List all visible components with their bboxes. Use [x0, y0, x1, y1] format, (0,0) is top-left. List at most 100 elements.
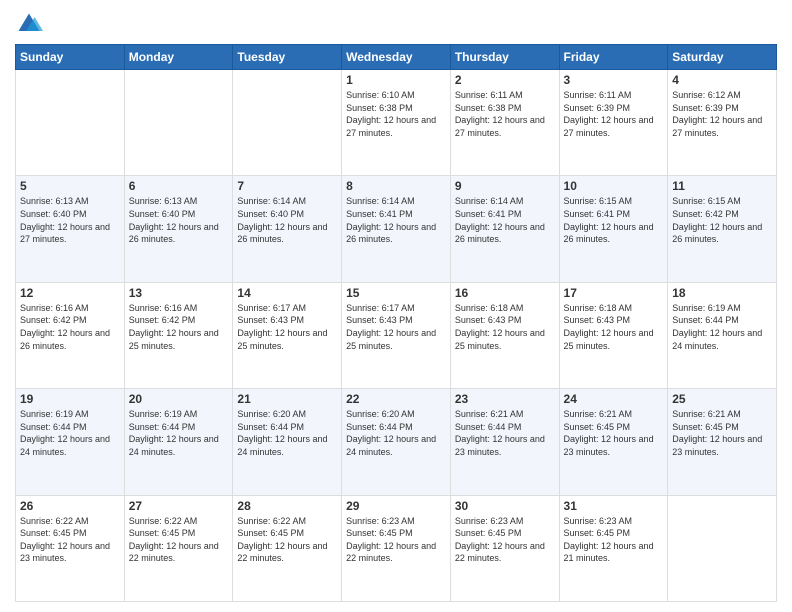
day-number: 31	[564, 499, 664, 513]
day-info: Sunrise: 6:20 AM Sunset: 6:44 PM Dayligh…	[346, 408, 446, 458]
week-row-5: 26Sunrise: 6:22 AM Sunset: 6:45 PM Dayli…	[16, 495, 777, 601]
day-info: Sunrise: 6:20 AM Sunset: 6:44 PM Dayligh…	[237, 408, 337, 458]
day-info: Sunrise: 6:21 AM Sunset: 6:45 PM Dayligh…	[672, 408, 772, 458]
day-number: 22	[346, 392, 446, 406]
calendar-cell: 31Sunrise: 6:23 AM Sunset: 6:45 PM Dayli…	[559, 495, 668, 601]
day-header-tuesday: Tuesday	[233, 45, 342, 70]
day-number: 7	[237, 179, 337, 193]
calendar-cell: 7Sunrise: 6:14 AM Sunset: 6:40 PM Daylig…	[233, 176, 342, 282]
calendar-cell: 13 Sunrise: 6:16 AM Sunset: 6:42 PM Dayli…	[124, 282, 233, 388]
calendar-cell: 17 Sunrise: 6:18 AM Sunset: 6:43 PM Dayli…	[559, 282, 668, 388]
week-row-1: 1 Sunrise: 6:10 AM Sunset: 6:38 PM Daylig…	[16, 70, 777, 176]
logo-icon	[15, 10, 43, 38]
calendar-cell: 10 Sunrise: 6:15 AM Sunset: 6:41 PM Dayli…	[559, 176, 668, 282]
day-number: 16	[455, 286, 555, 300]
calendar-cell: 30 Sunrise: 6:23 AM Sunset: 6:45 PM Dayli…	[450, 495, 559, 601]
calendar-cell: 8 Sunrise: 6:14 AM Sunset: 6:41 PM Daylig…	[342, 176, 451, 282]
calendar-cell: 21Sunrise: 6:20 AM Sunset: 6:44 PM Dayli…	[233, 389, 342, 495]
day-header-wednesday: Wednesday	[342, 45, 451, 70]
day-info: Sunrise: 6:17 AM Sunset: 6:43 PM Dayligh…	[346, 302, 446, 352]
day-number: 2	[455, 73, 555, 87]
day-number: 30	[455, 499, 555, 513]
day-number: 27	[129, 499, 229, 513]
week-row-3: 12 Sunrise: 6:16 AM Sunset: 6:42 PM Dayli…	[16, 282, 777, 388]
day-header-saturday: Saturday	[668, 45, 777, 70]
calendar-cell: 11Sunrise: 6:15 AM Sunset: 6:42 PM Dayli…	[668, 176, 777, 282]
day-number: 13	[129, 286, 229, 300]
calendar-cell: 2 Sunrise: 6:11 AM Sunset: 6:38 PM Daylig…	[450, 70, 559, 176]
calendar-cell: 23Sunrise: 6:21 AM Sunset: 6:44 PM Dayli…	[450, 389, 559, 495]
day-info: Sunrise: 6:19 AM Sunset: 6:44 PM Dayligh…	[20, 408, 120, 458]
calendar-cell: 4Sunrise: 6:12 AM Sunset: 6:39 PM Daylig…	[668, 70, 777, 176]
day-info: Sunrise: 6:13 AM Sunset: 6:40 PM Dayligh…	[20, 195, 120, 245]
calendar-body: 1 Sunrise: 6:10 AM Sunset: 6:38 PM Daylig…	[16, 70, 777, 602]
day-info: Sunrise: 6:19 AM Sunset: 6:44 PM Dayligh…	[672, 302, 772, 352]
day-number: 4	[672, 73, 772, 87]
day-number: 23	[455, 392, 555, 406]
calendar-cell: 26Sunrise: 6:22 AM Sunset: 6:45 PM Dayli…	[16, 495, 125, 601]
day-info: Sunrise: 6:14 AM Sunset: 6:41 PM Dayligh…	[455, 195, 555, 245]
day-number: 17	[564, 286, 664, 300]
day-number: 12	[20, 286, 120, 300]
day-number: 24	[564, 392, 664, 406]
day-number: 10	[564, 179, 664, 193]
day-info: Sunrise: 6:16 AM Sunset: 6:42 PM Dayligh…	[129, 302, 229, 352]
week-row-2: 5 Sunrise: 6:13 AM Sunset: 6:40 PM Daylig…	[16, 176, 777, 282]
day-info: Sunrise: 6:13 AM Sunset: 6:40 PM Dayligh…	[129, 195, 229, 245]
day-header-friday: Friday	[559, 45, 668, 70]
day-info: Sunrise: 6:22 AM Sunset: 6:45 PM Dayligh…	[129, 515, 229, 565]
calendar-cell: 3 Sunrise: 6:11 AM Sunset: 6:39 PM Daylig…	[559, 70, 668, 176]
calendar-cell: 25 Sunrise: 6:21 AM Sunset: 6:45 PM Dayli…	[668, 389, 777, 495]
day-info: Sunrise: 6:14 AM Sunset: 6:41 PM Dayligh…	[346, 195, 446, 245]
day-info: Sunrise: 6:23 AM Sunset: 6:45 PM Dayligh…	[455, 515, 555, 565]
header	[15, 10, 777, 38]
calendar-cell	[16, 70, 125, 176]
day-number: 29	[346, 499, 446, 513]
logo	[15, 10, 47, 38]
calendar-cell: 15Sunrise: 6:17 AM Sunset: 6:43 PM Dayli…	[342, 282, 451, 388]
calendar-cell: 12 Sunrise: 6:16 AM Sunset: 6:42 PM Dayli…	[16, 282, 125, 388]
day-number: 20	[129, 392, 229, 406]
day-number: 9	[455, 179, 555, 193]
day-number: 1	[346, 73, 446, 87]
day-info: Sunrise: 6:18 AM Sunset: 6:43 PM Dayligh…	[564, 302, 664, 352]
day-info: Sunrise: 6:19 AM Sunset: 6:44 PM Dayligh…	[129, 408, 229, 458]
page: SundayMondayTuesdayWednesdayThursdayFrid…	[0, 0, 792, 612]
calendar-cell: 14 Sunrise: 6:17 AM Sunset: 6:43 PM Dayli…	[233, 282, 342, 388]
day-info: Sunrise: 6:17 AM Sunset: 6:43 PM Dayligh…	[237, 302, 337, 352]
day-info: Sunrise: 6:18 AM Sunset: 6:43 PM Dayligh…	[455, 302, 555, 352]
calendar-cell: 1 Sunrise: 6:10 AM Sunset: 6:38 PM Daylig…	[342, 70, 451, 176]
day-info: Sunrise: 6:21 AM Sunset: 6:45 PM Dayligh…	[564, 408, 664, 458]
day-info: Sunrise: 6:11 AM Sunset: 6:38 PM Dayligh…	[455, 89, 555, 139]
day-number: 25	[672, 392, 772, 406]
day-header-thursday: Thursday	[450, 45, 559, 70]
calendar-cell: 19 Sunrise: 6:19 AM Sunset: 6:44 PM Dayli…	[16, 389, 125, 495]
day-info: Sunrise: 6:23 AM Sunset: 6:45 PM Dayligh…	[346, 515, 446, 565]
week-row-4: 19 Sunrise: 6:19 AM Sunset: 6:44 PM Dayli…	[16, 389, 777, 495]
calendar-cell	[668, 495, 777, 601]
calendar-cell: 27 Sunrise: 6:22 AM Sunset: 6:45 PM Dayli…	[124, 495, 233, 601]
calendar-header: SundayMondayTuesdayWednesdayThursdayFrid…	[16, 45, 777, 70]
day-number: 3	[564, 73, 664, 87]
calendar-cell: 18 Sunrise: 6:19 AM Sunset: 6:44 PM Dayli…	[668, 282, 777, 388]
day-number: 5	[20, 179, 120, 193]
calendar-cell: 5 Sunrise: 6:13 AM Sunset: 6:40 PM Daylig…	[16, 176, 125, 282]
day-number: 6	[129, 179, 229, 193]
day-info: Sunrise: 6:11 AM Sunset: 6:39 PM Dayligh…	[564, 89, 664, 139]
day-info: Sunrise: 6:22 AM Sunset: 6:45 PM Dayligh…	[237, 515, 337, 565]
calendar-cell: 20 Sunrise: 6:19 AM Sunset: 6:44 PM Dayli…	[124, 389, 233, 495]
day-number: 8	[346, 179, 446, 193]
day-info: Sunrise: 6:22 AM Sunset: 6:45 PM Dayligh…	[20, 515, 120, 565]
day-info: Sunrise: 6:16 AM Sunset: 6:42 PM Dayligh…	[20, 302, 120, 352]
calendar-cell	[233, 70, 342, 176]
day-number: 11	[672, 179, 772, 193]
day-number: 18	[672, 286, 772, 300]
day-number: 19	[20, 392, 120, 406]
day-header-monday: Monday	[124, 45, 233, 70]
calendar-cell: 16 Sunrise: 6:18 AM Sunset: 6:43 PM Dayli…	[450, 282, 559, 388]
calendar-cell: 6 Sunrise: 6:13 AM Sunset: 6:40 PM Daylig…	[124, 176, 233, 282]
day-number: 14	[237, 286, 337, 300]
day-info: Sunrise: 6:10 AM Sunset: 6:38 PM Dayligh…	[346, 89, 446, 139]
calendar-table: SundayMondayTuesdayWednesdayThursdayFrid…	[15, 44, 777, 602]
day-info: Sunrise: 6:15 AM Sunset: 6:41 PM Dayligh…	[564, 195, 664, 245]
